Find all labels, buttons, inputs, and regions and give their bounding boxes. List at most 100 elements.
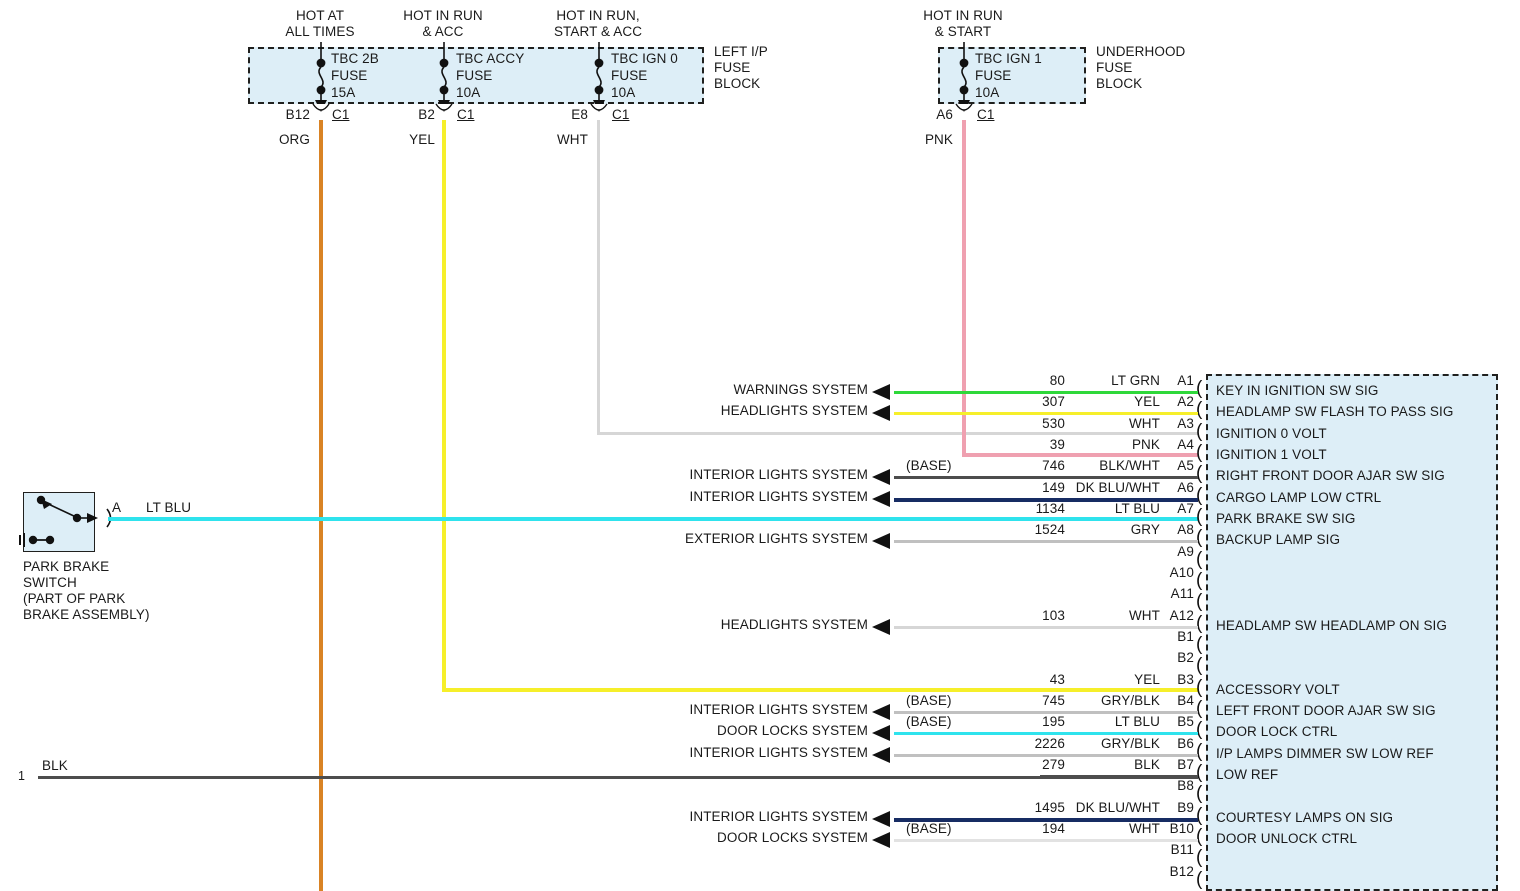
fuse-tbcign1-wire-color: PNK <box>924 132 953 147</box>
pin-terminal-bracket-b12: ( <box>1196 868 1203 890</box>
wire-yel-feed-horizontal <box>442 688 1198 692</box>
wire-arrow-b6 <box>872 746 890 763</box>
underhood-fuse-block-label-line2: FUSE <box>1096 60 1133 75</box>
wire-color-label-b10: WHT <box>1128 820 1160 836</box>
ground-wire-color: BLK <box>42 758 68 773</box>
wire-color-label-b3: YEL <box>1134 671 1160 687</box>
wire-arrow-b5 <box>872 725 890 742</box>
pin-terminal-bracket-a6: ( <box>1196 484 1203 506</box>
pin-description-b7: LOW REF <box>1216 766 1279 782</box>
pin-description-a7: PARK BRAKE SW SIG <box>1216 510 1356 526</box>
left-ip-fuse-block-label-line2: FUSE <box>714 60 751 75</box>
pin-number-b12: B12 <box>1169 863 1194 879</box>
base-tag-b5: (BASE) <box>906 714 952 730</box>
pin-description-b10: DOOR UNLOCK CTRL <box>1216 830 1358 846</box>
wire-arrow-a1 <box>872 384 890 400</box>
wire-arrow-a5 <box>872 469 890 486</box>
base-tag-b4: (BASE) <box>906 692 952 708</box>
pin-description-b6: I/P LAMPS DIMMER SW LOW REF <box>1216 745 1434 761</box>
pin-number-b11: B11 <box>1170 842 1194 858</box>
pin-terminal-bracket-b9: ( <box>1196 804 1203 826</box>
pin-description-b5: DOOR LOCK CTRL <box>1216 724 1338 740</box>
wire-arrow-a2 <box>872 405 890 422</box>
fuse-tbcaccy-wire-color: YEL <box>409 132 435 147</box>
pin-description-a3: IGNITION 0 VOLT <box>1216 425 1327 441</box>
wiring-diagram-canvas: LEFT I/P FUSE BLOCK HOT AT ALL TIMES TBC… <box>0 0 1520 891</box>
ground-wire-pin: 1 <box>18 769 26 783</box>
wire-color-label-a5: BLK/WHT <box>1099 458 1160 474</box>
pin-terminal-bracket-b7: ( <box>1196 761 1203 783</box>
pin-terminal-bracket-b6: ( <box>1196 740 1203 762</box>
wire-arrow-a8 <box>872 533 890 550</box>
pin-terminal-bracket-a10: ( <box>1196 569 1203 591</box>
fuse-tbc2b-symbol <box>312 42 330 112</box>
underhood-fuse-block-label-line1: UNDERHOOD <box>1096 44 1186 59</box>
pin-terminal-bracket-a11: ( <box>1196 591 1203 613</box>
system-label-a2: HEADLIGHTS SYSTEM <box>720 403 868 419</box>
fuse-tbcaccy-supply-line1: HOT IN RUN <box>403 8 483 23</box>
system-label-b4: INTERIOR LIGHTS SYSTEM <box>689 701 868 717</box>
pin-terminal-bracket-a12: ( <box>1196 612 1203 634</box>
pin-number-a9: A9 <box>1177 543 1194 559</box>
pin-terminal-bracket-b4: ( <box>1196 697 1203 719</box>
pin-terminal-bracket-a2: ( <box>1196 399 1203 421</box>
wire-arrow-b4 <box>872 703 890 720</box>
pin-terminal-bracket-b1: ( <box>1196 633 1203 655</box>
system-label-a1: WARNINGS SYSTEM <box>733 382 868 397</box>
pin-terminal-bracket-b2: ( <box>1196 655 1203 677</box>
wire-arrow-b9 <box>872 810 890 827</box>
system-label-a12: HEADLIGHTS SYSTEM <box>720 616 868 632</box>
pin-description-a8: BACKUP LAMP SIG <box>1216 532 1341 548</box>
park-brake-switch-symbol <box>19 495 112 547</box>
pin-description-a5: RIGHT FRONT DOOR AJAR SW SIG <box>1216 468 1445 484</box>
wire-arrow-a12 <box>872 618 890 635</box>
park-brake-switch-name-line4: BRAKE ASSEMBLY) <box>23 607 150 622</box>
base-tag-b10: (BASE) <box>906 820 952 836</box>
system-label-b6: INTERIOR LIGHTS SYSTEM <box>689 744 868 760</box>
wire-color-label-a7: LT BLU <box>1114 500 1160 516</box>
fuse-tbc2b-supply-line2: ALL TIMES <box>285 24 355 39</box>
base-tag-a5: (BASE) <box>906 458 952 474</box>
pin-description-b4: LEFT FRONT DOOR AJAR SW SIG <box>1216 702 1436 718</box>
system-label-b10: DOOR LOCKS SYSTEM <box>717 829 868 845</box>
pin-description-b9: COURTESY LAMPS ON SIG <box>1216 809 1394 825</box>
pin-terminal-bracket-a5: ( <box>1196 463 1203 485</box>
left-ip-fuse-block-label-line1: LEFT I/P <box>714 44 768 59</box>
pin-number-b8: B8 <box>1177 778 1194 794</box>
pin-terminal-bracket-a8: ( <box>1196 527 1203 549</box>
wire-color-label-a12: WHT <box>1128 607 1160 623</box>
wire-ltblu-park-brake <box>108 517 1198 521</box>
pin-description-b3: ACCESSORY VOLT <box>1216 681 1340 697</box>
wire-color-label-b4: GRY/BLK <box>1101 692 1160 708</box>
system-label-a6: INTERIOR LIGHTS SYSTEM <box>689 488 868 504</box>
pin-terminal-bracket-a7: ( <box>1196 505 1203 527</box>
fuse-tbcign0-supply-line2: START & ACC <box>553 24 643 39</box>
pin-description-a6: CARGO LAMP LOW CTRL <box>1216 489 1382 505</box>
system-label-a8: EXTERIOR LIGHTS SYSTEM <box>685 531 868 547</box>
wire-color-label-b7: BLK <box>1134 756 1160 772</box>
wire-wht-feed-horizontal <box>597 432 1198 435</box>
fuse-tbcaccy-symbol <box>435 42 453 112</box>
pin-description-a4: IGNITION 1 VOLT <box>1216 446 1327 462</box>
underhood-fuse-block-label-line3: BLOCK <box>1096 76 1143 91</box>
pin-terminal-bracket-b8: ( <box>1196 783 1203 805</box>
pin-terminal-bracket-b10: ( <box>1196 825 1203 847</box>
wire-pnk-feed-vertical <box>962 120 966 457</box>
wire-color-label-a2: YEL <box>1134 394 1160 410</box>
left-ip-fuse-block-label-line3: BLOCK <box>714 76 761 91</box>
pin-terminal-bracket-a4: ( <box>1196 441 1203 463</box>
wire-color-label-a6: DK BLU/WHT <box>1075 479 1160 495</box>
system-label-b5: DOOR LOCKS SYSTEM <box>717 723 868 739</box>
fuse-tbcign0-symbol <box>590 42 608 112</box>
fuse-tbcaccy-supply-line2: & ACC <box>422 24 464 39</box>
pin-terminal-bracket-b5: ( <box>1196 719 1203 741</box>
pin-terminal-bracket-a9: ( <box>1196 548 1203 570</box>
wire-color-label-b5: LT BLU <box>1114 714 1160 730</box>
park-brake-switch-terminal: A <box>112 500 122 515</box>
pin-terminal-bracket-b3: ( <box>1196 676 1203 698</box>
fuse-tbcign0-wire-color: WHT <box>556 132 588 147</box>
wire-arrow-a6 <box>872 490 890 507</box>
pin-terminal-bracket-b11: ( <box>1196 847 1203 869</box>
park-brake-switch-name-line3: (PART OF PARK <box>23 591 126 606</box>
wire-yel-feed-vertical <box>442 120 446 692</box>
